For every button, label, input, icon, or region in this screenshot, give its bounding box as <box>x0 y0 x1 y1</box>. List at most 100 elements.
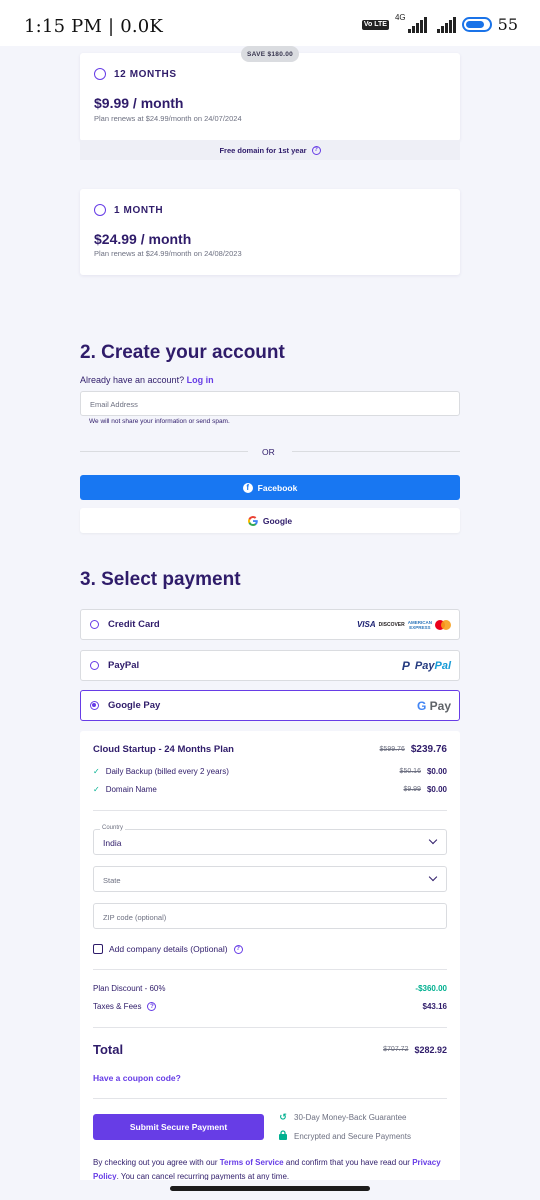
payment-option-label: Credit Card <box>108 619 160 630</box>
coupon-link[interactable]: Have a coupon code? <box>93 1073 181 1083</box>
google-button[interactable]: Google <box>80 508 460 533</box>
submit-payment-button[interactable]: Submit Secure Payment <box>93 1114 264 1140</box>
free-domain-text: Free domain for 1st year <box>219 145 307 155</box>
secure-item: Encrypted and Secure Payments <box>278 1130 411 1142</box>
order-summary: Cloud Startup - 24 Months Plan $599.76 $… <box>80 731 460 1200</box>
help-icon[interactable]: ? <box>147 1002 157 1011</box>
payment-option-paypal[interactable]: PayPal P PayPal <box>80 650 460 681</box>
status-time: 1:15 PM | 0.0K <box>24 16 164 37</box>
radio-icon[interactable] <box>94 204 106 216</box>
payment-option-credit-card[interactable]: Credit Card VISA DISCOVER AMERICAN EXPRE… <box>80 609 460 640</box>
paypal-icon: P <box>401 658 410 673</box>
facebook-icon: f <box>242 482 253 493</box>
refresh-icon: ↺ <box>279 1112 287 1122</box>
divider <box>93 810 447 811</box>
discount-row: Plan Discount - 60% -$360.00 <box>93 984 447 993</box>
plan-name: Cloud Startup - 24 Months Plan <box>93 744 234 755</box>
payment-option-google-pay[interactable]: Google Pay G Pay <box>80 690 460 721</box>
addon-label: Domain Name <box>105 785 157 794</box>
plan-renew-note: Plan renews at $24.99/month on 24/08/202… <box>94 249 242 258</box>
state-placeholder: State <box>103 876 121 885</box>
coupon-row: Have a coupon code? <box>93 1073 447 1083</box>
radio-icon[interactable] <box>90 661 99 670</box>
paypal-logo: P PayPal <box>401 658 451 673</box>
signal-icon <box>407 16 427 33</box>
payment-option-label: PayPal <box>108 660 140 671</box>
addon-label: Daily Backup (billed every 2 years) <box>105 767 229 776</box>
addon-new-price: $0.00 <box>426 767 447 776</box>
total-new-price: $282.92 <box>414 1044 447 1055</box>
discount-value: -$360.00 <box>415 984 447 993</box>
or-text: OR <box>262 447 275 457</box>
plan-old-price: $599.76 <box>379 746 405 753</box>
chevron-down-icon <box>428 835 438 845</box>
discover-logo: DISCOVER <box>378 621 405 628</box>
email-input[interactable]: Email Address <box>80 391 460 416</box>
volte-icon: Vo LTE <box>361 19 389 30</box>
lock-icon <box>278 1130 288 1142</box>
free-domain-banner: Free domain for 1st year ? <box>80 140 460 160</box>
plan-new-price: $239.76 <box>410 744 447 755</box>
addon-new-price: $0.00 <box>426 785 447 794</box>
privacy-note: We will not share your information or se… <box>89 418 230 425</box>
amex-logo: AMERICAN EXPRESS <box>407 619 432 630</box>
addon-row-domain: ✓ Domain Name $9.99 $0.00 <box>93 785 447 794</box>
radio-icon[interactable] <box>94 68 106 80</box>
plan-card-1-month[interactable]: 1 MONTH $24.99 / month Plan renews at $2… <box>80 189 460 275</box>
country-label: Country <box>100 825 126 831</box>
taxes-label: Taxes & Fees <box>93 1002 142 1011</box>
state-select[interactable]: State <box>93 866 447 892</box>
email-placeholder: Email Address <box>90 400 138 409</box>
discount-label: Plan Discount - 60% <box>93 984 166 993</box>
battery-level: 55 <box>497 15 518 34</box>
save-badge: SAVE $180.00 <box>241 46 299 62</box>
plan-card-12-months[interactable]: 12 MONTHS $9.99 / month Plan renews at $… <box>80 53 460 141</box>
guarantee-item: ↺ 30-Day Money-Back Guarantee <box>278 1112 407 1123</box>
chevron-down-icon <box>428 872 438 882</box>
plan-label: 12 MONTHS <box>114 68 177 80</box>
select-payment-title: 3. Select payment <box>80 569 241 590</box>
divider <box>93 1027 447 1028</box>
company-details-row[interactable]: Add company details (Optional) ? <box>93 944 447 954</box>
secure-text: Encrypted and Secure Payments <box>294 1131 411 1141</box>
radio-selected-icon[interactable] <box>90 701 99 710</box>
radio-icon[interactable] <box>90 620 99 629</box>
home-indicator[interactable] <box>170 1186 370 1191</box>
plan-header: 12 MONTHS <box>94 68 177 80</box>
country-select[interactable]: Country India <box>93 825 447 855</box>
taxes-row: Taxes & Fees ? $43.16 <box>93 1002 447 1011</box>
plan-price: $24.99 / month <box>94 231 192 247</box>
addon-row-backup: ✓ Daily Backup (billed every 2 years) $5… <box>93 767 447 776</box>
help-icon[interactable]: ? <box>233 944 243 954</box>
company-details-label: Add company details (Optional) <box>109 944 228 954</box>
terms-of-service-link[interactable]: Terms of Service <box>220 1158 284 1167</box>
check-icon: ✓ <box>93 767 100 776</box>
total-row: Total $707.72 $282.92 <box>93 1042 447 1057</box>
mastercard-logo <box>435 619 451 630</box>
plan-price: $9.99 / month <box>94 95 184 111</box>
total-label: Total <box>93 1042 124 1057</box>
taxes-value: $43.16 <box>422 1002 447 1011</box>
google-label: Google <box>262 515 293 526</box>
guarantee-text: 30-Day Money-Back Guarantee <box>294 1113 407 1122</box>
facebook-label: Facebook <box>257 482 298 493</box>
visa-logo: VISA <box>356 620 376 629</box>
addon-old-price: $50.16 <box>399 768 421 775</box>
country-value: India <box>103 838 122 848</box>
check-icon: ✓ <box>93 785 100 794</box>
facebook-button[interactable]: f Facebook <box>80 475 460 500</box>
google-pay-logo: G Pay <box>416 698 451 713</box>
plan-header: 1 MONTH <box>94 204 163 216</box>
status-icons: Vo LTE 4G 55 <box>361 13 518 34</box>
google-icon <box>247 515 258 526</box>
login-link[interactable]: Log in <box>187 375 214 385</box>
card-logos: VISA DISCOVER AMERICAN EXPRESS <box>357 610 451 639</box>
help-icon[interactable]: ? <box>311 145 321 155</box>
already-text: Already have an account? <box>80 375 185 385</box>
zip-input[interactable]: ZIP code (optional) <box>93 903 447 929</box>
divider <box>93 969 447 970</box>
payment-option-label: Google Pay <box>108 700 161 711</box>
signal-icon-2 <box>436 16 456 33</box>
battery-icon <box>461 17 492 32</box>
company-details-checkbox[interactable] <box>93 944 103 954</box>
